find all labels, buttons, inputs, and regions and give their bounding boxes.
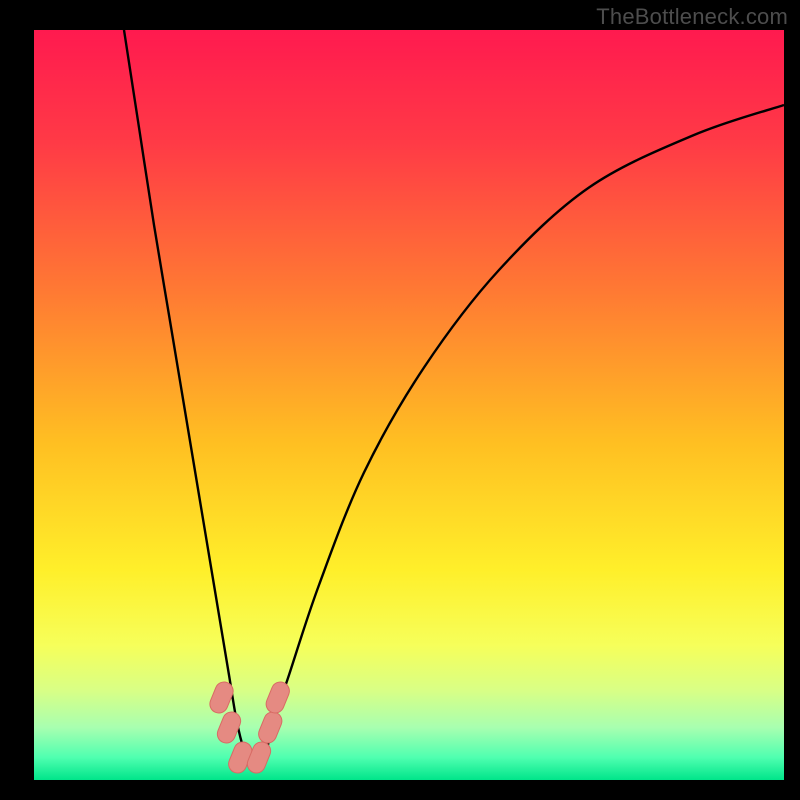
plot-area <box>34 30 784 780</box>
chart-svg <box>34 30 784 780</box>
watermark-text: TheBottleneck.com <box>596 4 788 30</box>
gradient-background <box>34 30 784 780</box>
chart-frame: TheBottleneck.com <box>0 0 800 800</box>
